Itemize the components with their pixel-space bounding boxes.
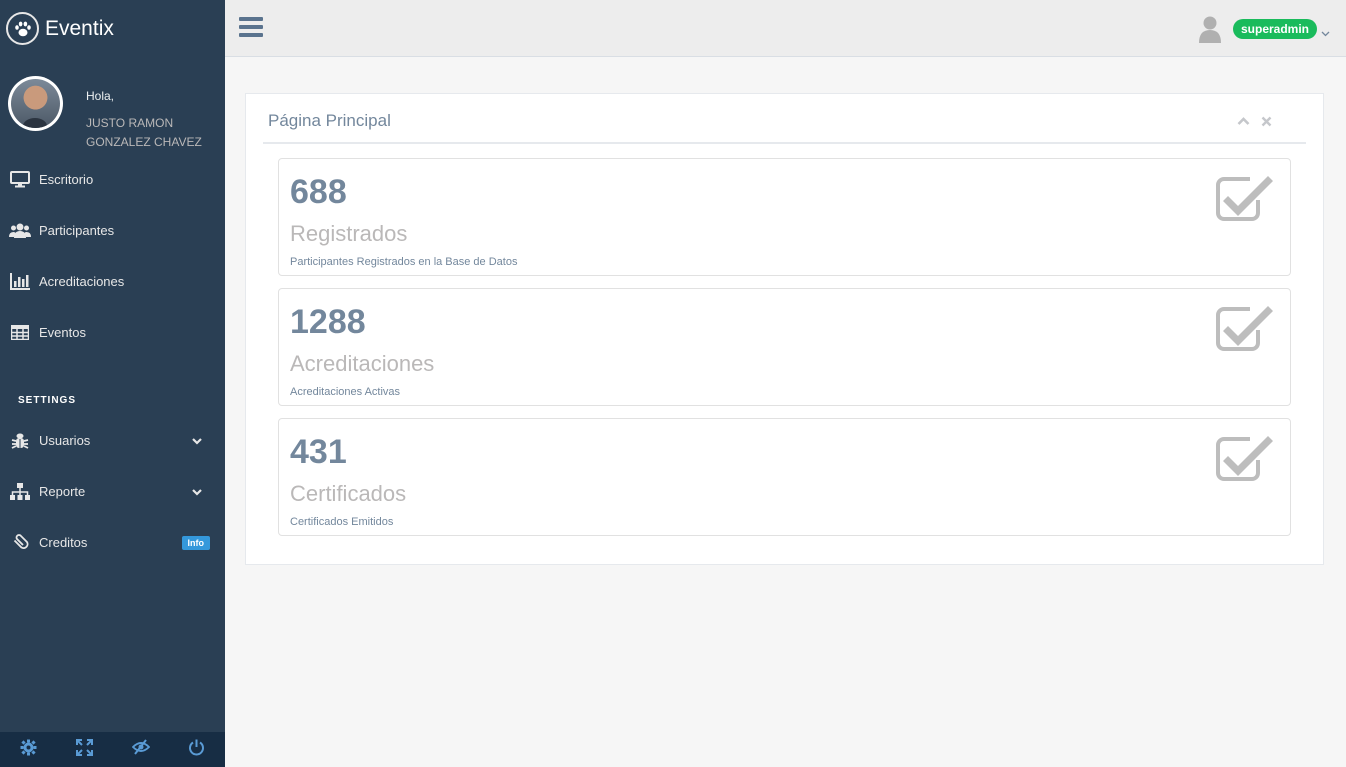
paw-icon — [6, 12, 39, 45]
sidebar: Eventix Hola, JUSTO RAMON GONZALEZ CHAVE… — [0, 0, 225, 767]
greeting: Hola, — [86, 89, 115, 103]
eye-slash-icon — [131, 739, 150, 760]
main-panel: Página Principal 688 Registrados Partici… — [245, 93, 1324, 565]
brand-name: Eventix — [45, 16, 114, 40]
user-avatar-icon — [1197, 15, 1223, 43]
sidebar-item-acreditaciones[interactable]: Acreditaciones — [0, 256, 225, 307]
sidebar-item-label: Escritorio — [39, 172, 94, 187]
sidebar-item-creditos[interactable]: Creditos Info — [0, 517, 225, 568]
sidebar-item-reporte[interactable]: Reporte — [0, 466, 225, 517]
chevron-down-icon — [191, 434, 203, 446]
stat-count: 431 — [290, 433, 347, 471]
stat-description: Certificados Emitidos — [290, 516, 394, 528]
stat-name: Acreditaciones — [290, 351, 435, 376]
sitemap-icon — [9, 483, 31, 501]
avatar — [8, 76, 63, 131]
hide-button[interactable] — [113, 732, 169, 767]
settings-button[interactable] — [0, 732, 56, 767]
check-square-icon — [1216, 173, 1274, 223]
close-icon[interactable] — [1259, 114, 1273, 128]
brand[interactable]: Eventix — [0, 0, 225, 57]
bar-chart-icon — [9, 273, 31, 291]
table-icon — [9, 324, 31, 342]
fullscreen-button[interactable] — [56, 732, 112, 767]
sidebar-item-participantes[interactable]: Participantes — [0, 205, 225, 256]
power-icon — [188, 739, 205, 761]
logout-button[interactable] — [169, 732, 225, 767]
fullscreen-icon — [75, 738, 93, 761]
stat-card-certificados: 431 Certificados Certificados Emitidos — [278, 418, 1291, 536]
sidebar-item-label: Reporte — [39, 484, 86, 499]
collapse-icon[interactable] — [1236, 114, 1250, 128]
section-title-settings: SETTINGS — [18, 395, 77, 406]
sidebar-item-label: Creditos — [39, 535, 88, 550]
check-square-icon — [1216, 433, 1274, 483]
info-badge: Info — [181, 536, 210, 550]
stat-description: Acreditaciones Activas — [290, 386, 401, 398]
page-title: Página Principal — [268, 111, 391, 130]
panel-tools — [1236, 114, 1273, 128]
sidebar-item-escritorio[interactable]: Escritorio — [0, 154, 225, 205]
stat-card-registrados: 688 Registrados Participantes Registrado… — [278, 158, 1291, 276]
stat-name: Registrados — [290, 221, 408, 246]
stat-description: Participantes Registrados en la Base de … — [290, 256, 518, 268]
user-menu[interactable]: superadmin — [1197, 15, 1330, 43]
desktop-icon — [9, 171, 31, 189]
sidebar-item-label: Acreditaciones — [39, 274, 125, 289]
sidebar-footer — [0, 732, 225, 767]
sidebar-item-usuarios[interactable]: Usuarios — [0, 415, 225, 466]
sidebar-item-label: Usuarios — [39, 433, 91, 448]
paperclip-icon — [9, 533, 31, 552]
menu-toggle-icon[interactable] — [239, 17, 263, 39]
check-square-icon — [1216, 303, 1274, 353]
chevron-down-icon — [1321, 25, 1330, 36]
main-menu: Escritorio Participantes Acreditaciones … — [0, 154, 225, 358]
user-name-badge: superadmin — [1232, 19, 1317, 39]
sidebar-item-label: Participantes — [39, 223, 115, 238]
bug-icon — [9, 432, 31, 450]
profile-user-name: JUSTO RAMON GONZALEZ CHAVEZ — [86, 116, 202, 149]
sidebar-item-label: Eventos — [39, 325, 86, 340]
settings-icon — [20, 739, 37, 761]
chevron-down-icon — [191, 485, 203, 497]
stat-count: 1288 — [290, 303, 366, 341]
profile: Hola, JUSTO RAMON GONZALEZ CHAVEZ — [8, 76, 206, 152]
stat-card-acreditaciones: 1288 Acreditaciones Acreditaciones Activ… — [278, 288, 1291, 406]
stat-count: 688 — [290, 173, 347, 211]
users-icon — [9, 222, 31, 240]
sidebar-item-eventos[interactable]: Eventos — [0, 307, 225, 358]
panel-divider — [263, 142, 1306, 144]
stat-name: Certificados — [290, 481, 407, 506]
top-nav: superadmin — [225, 0, 1346, 57]
settings-menu: Usuarios Reporte Creditos Info — [0, 415, 225, 568]
